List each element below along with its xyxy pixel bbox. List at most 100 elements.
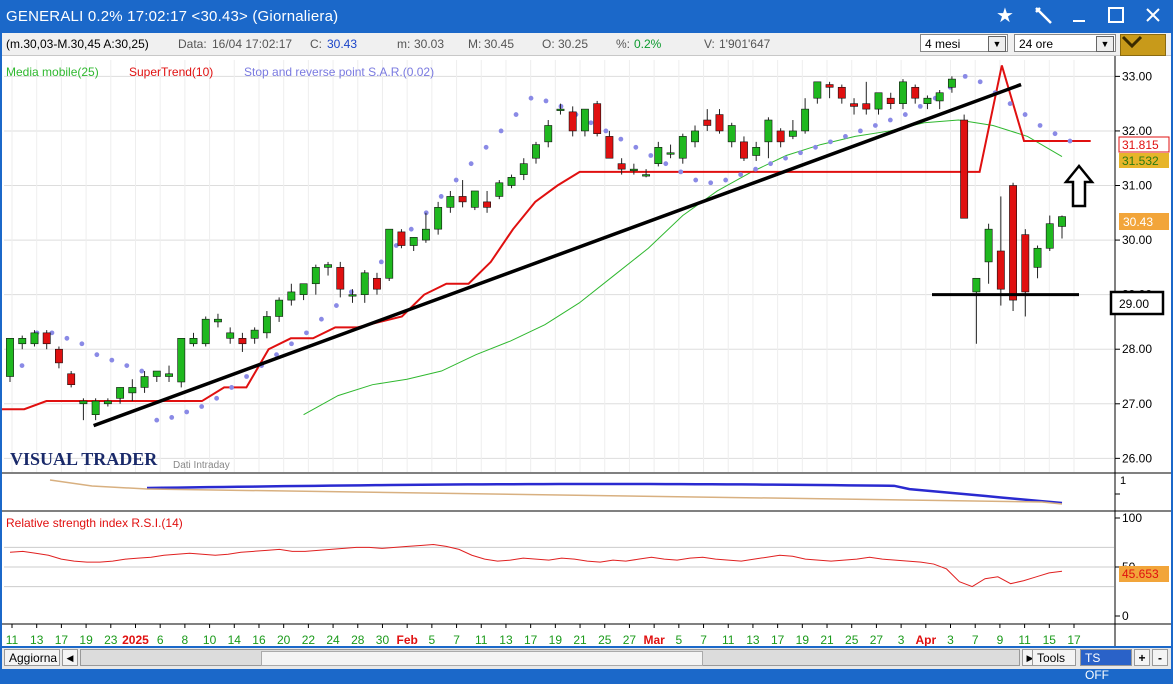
candle bbox=[152, 370, 161, 382]
scrollbar-thumb[interactable] bbox=[261, 651, 703, 666]
candle bbox=[568, 106, 577, 137]
rsi-tick-label: 100 bbox=[1122, 511, 1142, 525]
candle-body bbox=[935, 92, 944, 102]
candle bbox=[421, 212, 430, 243]
x-tick-label: 11 bbox=[475, 633, 488, 646]
pin-icon[interactable] bbox=[1032, 4, 1058, 28]
x-tick-label: 21 bbox=[820, 633, 834, 646]
max-label: M: bbox=[468, 37, 482, 51]
candle bbox=[1009, 182, 1017, 312]
update-button[interactable]: Aggiorna bbox=[4, 649, 60, 666]
open-label: O: bbox=[542, 37, 555, 51]
candle-body bbox=[348, 294, 357, 297]
candle bbox=[470, 190, 479, 211]
sar-point bbox=[753, 166, 758, 172]
candle bbox=[336, 261, 345, 298]
candle-body bbox=[752, 147, 761, 156]
candle-body bbox=[678, 136, 687, 159]
sar-point bbox=[633, 144, 639, 150]
sar-point bbox=[858, 128, 863, 134]
sar-point bbox=[94, 352, 100, 358]
candle-body bbox=[55, 348, 63, 364]
candle-body bbox=[42, 332, 51, 345]
x-tick-label: 25 bbox=[845, 633, 859, 646]
candle bbox=[495, 180, 504, 200]
legend-supertrend: SuperTrend(10) bbox=[129, 65, 213, 79]
x-tick-label: 5 bbox=[429, 633, 436, 646]
ts-off-button[interactable]: TS OFF bbox=[1080, 649, 1132, 682]
candle bbox=[409, 237, 418, 251]
period-select[interactable]: 4 mesi ▼ bbox=[920, 34, 1008, 52]
level-price-tag: 29.00 bbox=[1109, 290, 1165, 316]
chart-area[interactable]: 26.00 27.00 28.00 29.00 30.00 31.00 32.00 33.00… bbox=[2, 56, 1171, 646]
candle-body bbox=[250, 329, 259, 339]
candle-body bbox=[507, 177, 516, 186]
x-tick-label: 30 bbox=[376, 633, 390, 646]
candle bbox=[324, 261, 332, 276]
sar-point bbox=[828, 139, 833, 145]
candle-body bbox=[128, 387, 137, 394]
candle bbox=[360, 270, 369, 303]
x-tick-label: Apr bbox=[915, 633, 936, 646]
sar-point bbox=[663, 161, 669, 167]
interval-select[interactable]: 24 ore ▼ bbox=[1014, 34, 1116, 52]
candle bbox=[629, 163, 638, 175]
x-tick-label: 19 bbox=[79, 633, 93, 646]
candle-body bbox=[691, 130, 699, 143]
x-tick-label: 17 bbox=[771, 633, 785, 646]
price-chart[interactable]: 26.00 27.00 28.00 29.00 30.00 31.00 32.00 33.00… bbox=[2, 56, 1171, 646]
sar-point bbox=[139, 368, 145, 374]
horizontal-scrollbar[interactable] bbox=[80, 649, 1020, 666]
candle bbox=[177, 338, 186, 388]
x-tick-label: 20 bbox=[277, 633, 291, 646]
candle-body bbox=[360, 272, 369, 295]
sar-point bbox=[588, 120, 594, 126]
zoom-in-button[interactable]: + bbox=[1134, 649, 1150, 666]
candle-body bbox=[103, 400, 112, 405]
candle-body bbox=[764, 119, 773, 143]
candle-body bbox=[642, 174, 651, 177]
minimize-icon[interactable] bbox=[1068, 4, 1094, 28]
pct-value: 0.2% bbox=[634, 37, 662, 51]
candle-body bbox=[140, 376, 149, 388]
candle-body bbox=[495, 182, 504, 197]
candle bbox=[67, 371, 76, 388]
x-tick-label: 14 bbox=[228, 633, 242, 646]
candle-body bbox=[1045, 223, 1054, 249]
maximize-icon[interactable] bbox=[1105, 4, 1131, 28]
sar-point bbox=[648, 153, 654, 158]
candle-body bbox=[605, 136, 614, 159]
brand-watermark: VISUAL TRADER bbox=[10, 449, 158, 469]
candle-body bbox=[434, 207, 443, 230]
candle bbox=[935, 90, 944, 110]
open-value: 30.25 bbox=[558, 37, 589, 51]
x-tick-label: 15 bbox=[1043, 633, 1057, 646]
candle-body bbox=[238, 338, 247, 345]
sar-point bbox=[768, 161, 773, 167]
x-tick-label: Mar bbox=[643, 633, 665, 646]
expand-chevron-icon[interactable] bbox=[1120, 34, 1166, 56]
sar-point bbox=[872, 123, 878, 128]
close-icon[interactable] bbox=[1142, 4, 1168, 28]
sar-point bbox=[79, 341, 85, 347]
title-bar: GENERALI 0.2% 17:02:17 <30.43> (Giornali… bbox=[0, 0, 1173, 33]
candle bbox=[984, 223, 993, 284]
sar-point bbox=[453, 177, 459, 183]
candle bbox=[911, 84, 920, 104]
candle-body bbox=[67, 373, 76, 385]
candle bbox=[6, 338, 14, 382]
x-tick-label: 19 bbox=[796, 633, 810, 646]
candle-body bbox=[1058, 216, 1066, 227]
svg-text:29.00: 29.00 bbox=[1119, 297, 1149, 311]
zoom-out-button[interactable]: - bbox=[1152, 649, 1168, 666]
scroll-left-icon[interactable]: ◀ bbox=[62, 649, 78, 666]
tools-button[interactable]: Tools bbox=[1032, 649, 1076, 666]
sar-point bbox=[154, 417, 160, 423]
star-icon[interactable]: ★ bbox=[992, 4, 1018, 28]
candle-body bbox=[152, 370, 161, 377]
candle-body bbox=[862, 103, 871, 110]
candle-body bbox=[886, 97, 895, 104]
candle-body bbox=[703, 119, 712, 126]
candle-body bbox=[715, 114, 724, 132]
candle bbox=[544, 120, 553, 148]
